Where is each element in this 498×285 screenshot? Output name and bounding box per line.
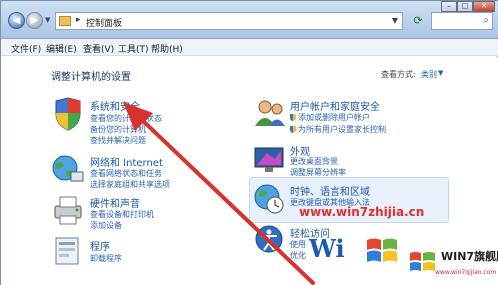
window-controls: – □ ✕ [441, 1, 495, 12]
view-by-select[interactable]: 类别 [421, 69, 437, 80]
programs-icon[interactable] [53, 235, 83, 267]
watermark-badge: WIN7旗舰版 www.win7qijian.com [405, 244, 498, 285]
control-panel-folder-icon [59, 16, 71, 26]
control-panel-window: ◀ ▶ ▼ ▸ 控制面板 ▼ ⟳ ⌕ – □ ✕ 文件(F) 编辑(E) 查看(… [0, 0, 498, 285]
refresh-icon[interactable]: ⟳ [409, 13, 427, 29]
back-button[interactable]: ◀ [8, 12, 25, 29]
menu-tools[interactable]: 工具(T) [118, 42, 149, 55]
watermark-url: www.win7zhijia.cn [299, 205, 425, 219]
view-by-label: 查看方式: [381, 70, 416, 79]
search-input[interactable]: ⌕ [431, 12, 493, 30]
windows-flag-icon [410, 252, 435, 271]
menu-view[interactable]: 查看(V) [83, 42, 114, 55]
breadcrumb-separator[interactable]: ▸ [76, 15, 81, 25]
address-bar[interactable]: ▸ 控制面板 ▼ [55, 12, 403, 30]
menu-bar: 文件(F) 编辑(E) 查看(V) 工具(T) 帮助(H) [1, 39, 498, 56]
windows-flag-icon [367, 238, 397, 262]
watermark-brand-text: Wi [309, 234, 345, 263]
menu-file[interactable]: 文件(F) [11, 42, 41, 55]
minimize-button[interactable]: – [441, 1, 457, 12]
watermark-badge-title: WIN7旗舰版 [441, 250, 498, 263]
maximize-button[interactable]: □ [457, 1, 473, 12]
history-dropdown-icon[interactable]: ▼ [45, 16, 50, 24]
menu-help[interactable]: 帮助(H) [151, 42, 183, 55]
printer-icon[interactable] [51, 194, 85, 226]
network-globe-icon[interactable] [51, 154, 85, 184]
menu-edit[interactable]: 编辑(E) [46, 42, 77, 55]
forward-button[interactable]: ▶ [26, 12, 43, 29]
search-icon: ⌕ [483, 15, 489, 26]
page-title: 调整计算机的设置 [51, 72, 131, 83]
red-annotation-arrow [123, 102, 315, 285]
watermark-brand-logo: Wi [309, 234, 401, 266]
address-dropdown-icon[interactable]: ▼ [392, 16, 398, 25]
watermark-badge-url: www.win7qijian.com [435, 269, 497, 276]
view-by-dropdown-icon[interactable]: ▼ [438, 69, 443, 77]
title-bar: ◀ ▶ ▼ ▸ 控制面板 ▼ ⟳ ⌕ – □ ✕ [1, 1, 498, 39]
system-security-icon[interactable] [51, 97, 85, 131]
breadcrumb-control-panel[interactable]: 控制面板 [86, 16, 122, 29]
close-button[interactable]: ✕ [473, 1, 495, 12]
